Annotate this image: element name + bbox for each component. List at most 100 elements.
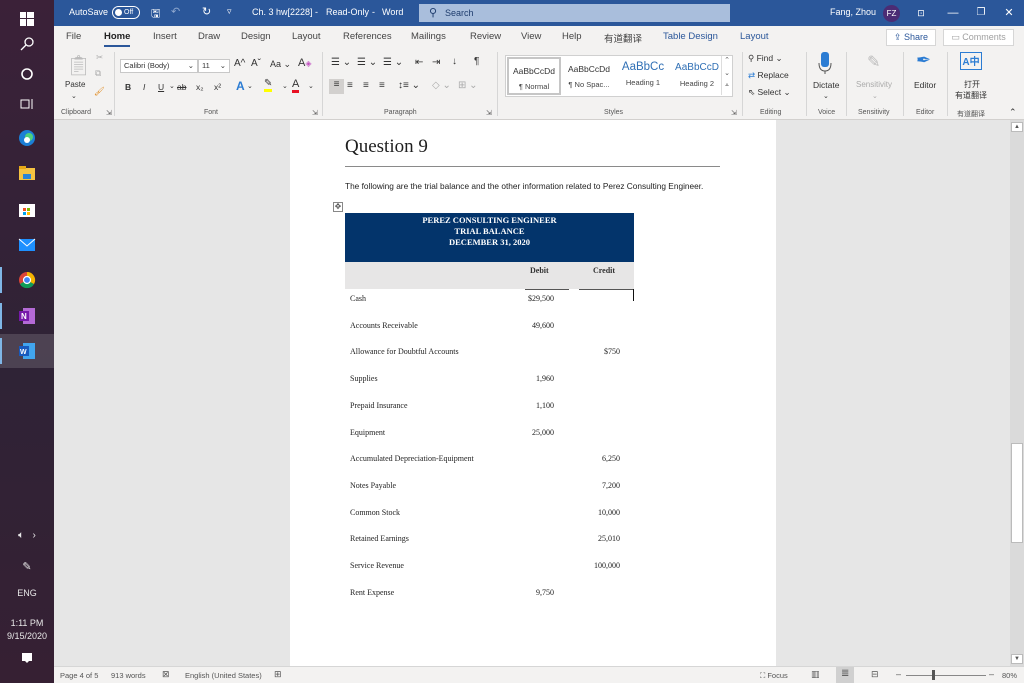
bullets-icon[interactable]: ☰ ⌄ xyxy=(331,57,351,68)
credit-cell[interactable]: 10,000 xyxy=(598,508,620,517)
chevron-down-icon[interactable]: ⌄ xyxy=(282,82,288,90)
borders-icon[interactable]: ⊞ ⌄ xyxy=(458,80,478,91)
zoom-in-icon[interactable]: – xyxy=(989,669,994,679)
dictate-button[interactable]: Dictate xyxy=(813,80,839,90)
print-layout-button[interactable]: ≣ xyxy=(836,667,854,683)
superscript-button[interactable]: x² xyxy=(214,82,221,92)
proofing-icon[interactable]: ⊠ xyxy=(162,669,170,680)
shading-icon[interactable]: ◇ ⌄ xyxy=(432,80,451,91)
chrome-icon[interactable] xyxy=(0,263,54,297)
close-icon[interactable]: ✕ xyxy=(999,4,1019,22)
account-cell[interactable]: Allowance for Doubtful Accounts xyxy=(350,347,459,356)
account-cell[interactable]: Prepaid Insurance xyxy=(350,401,408,410)
task-view-icon[interactable] xyxy=(0,87,54,121)
zoom-out-icon[interactable]: – xyxy=(896,669,901,679)
chevron-down-icon[interactable]: ⌄ xyxy=(823,92,829,100)
credit-cell[interactable]: $750 xyxy=(604,347,620,356)
debit-cell[interactable]: 9,750 xyxy=(536,588,554,597)
zoom-slider-track[interactable] xyxy=(906,675,986,676)
select-button[interactable]: ⇖ Select ⌄ xyxy=(748,87,791,98)
language-status[interactable]: English (United States) xyxy=(185,671,262,680)
strikethrough-button[interactable]: ab xyxy=(177,82,186,92)
grow-font-icon[interactable]: A^ xyxy=(234,58,245,69)
format-painter-icon[interactable]: 🖌︎ xyxy=(94,86,105,97)
justify-button[interactable]: ≡ xyxy=(379,80,385,91)
tab-references[interactable]: References xyxy=(343,31,392,42)
notification-icon[interactable] xyxy=(0,652,54,666)
paste-dropdown-icon[interactable]: ⌄ xyxy=(71,92,77,100)
multilevel-list-icon[interactable]: ☰ ⌄ xyxy=(383,57,403,68)
find-button[interactable]: ⚲ Find ⌄ xyxy=(748,53,783,64)
pen-icon[interactable]: ✎ xyxy=(0,560,54,573)
chevron-down-icon[interactable]: ⌄ xyxy=(169,82,175,90)
word-icon[interactable]: W xyxy=(0,334,54,368)
editor-button[interactable]: Editor xyxy=(914,80,936,90)
styles-scroll-down-icon[interactable]: ⌄ xyxy=(721,69,732,82)
styles-launcher-icon[interactable]: ⇲ xyxy=(731,109,737,117)
styles-scroll-up-icon[interactable]: ⌃ xyxy=(721,56,732,69)
tab-design[interactable]: Design xyxy=(241,31,271,42)
account-cell[interactable]: Rent Expense xyxy=(350,588,394,597)
clock-time[interactable]: 1:11 PM xyxy=(0,618,54,628)
word-count[interactable]: 913 words xyxy=(111,671,146,680)
search-icon[interactable] xyxy=(0,27,54,61)
credit-cell[interactable]: 100,000 xyxy=(594,561,620,570)
vertical-scrollbar[interactable]: ▲ ▼ xyxy=(1010,120,1024,666)
customize-qat-icon[interactable]: ▿ xyxy=(227,6,232,17)
decrease-indent-icon[interactable]: ⇤ xyxy=(415,57,423,68)
align-left-button[interactable]: ≡ xyxy=(329,79,344,94)
highlight-icon[interactable]: ✎ xyxy=(264,78,273,92)
align-right-button[interactable]: ≡ xyxy=(363,80,369,91)
font-launcher-icon[interactable]: ⇲ xyxy=(312,109,318,117)
tab-layout[interactable]: Layout xyxy=(292,31,321,42)
page-count[interactable]: Page 4 of 5 xyxy=(60,671,98,680)
style-no-spacing[interactable]: AaBbCcDd ¶ No Spac... xyxy=(562,57,616,95)
cortana-icon[interactable] xyxy=(0,57,54,91)
web-layout-icon[interactable]: ⊟ xyxy=(871,669,879,680)
tab-table-design[interactable]: Table Design xyxy=(663,31,718,42)
increase-indent-icon[interactable]: ⇥ xyxy=(432,57,440,68)
text-effects-icon[interactable]: A xyxy=(236,79,245,93)
font-size-combo[interactable]: 11 ⌄ xyxy=(198,59,230,73)
tab-home[interactable]: Home xyxy=(104,31,131,47)
scroll-thumb[interactable] xyxy=(1011,443,1023,543)
align-center-button[interactable]: ≡ xyxy=(347,80,353,91)
volume-icon[interactable]: 🔈︎ › xyxy=(0,530,54,541)
shrink-font-icon[interactable]: Aˇ xyxy=(251,58,261,69)
tab-table-layout[interactable]: Layout xyxy=(740,31,769,42)
paste-label[interactable]: Paste xyxy=(65,80,85,89)
debit-cell[interactable]: 1,960 xyxy=(536,374,554,383)
replace-button[interactable]: ⇄ Replace xyxy=(748,70,789,81)
numbering-icon[interactable]: ☰ ⌄ xyxy=(357,57,377,68)
share-button[interactable]: ⇪ Share xyxy=(886,29,936,46)
youdao-button-line2[interactable]: 有道翻译 xyxy=(955,90,987,101)
subscript-button[interactable]: x₂ xyxy=(196,82,204,92)
autosave-toggle[interactable]: Off xyxy=(112,6,140,19)
clear-formatting-icon[interactable]: A◈ xyxy=(298,57,312,69)
copy-icon[interactable]: ⧉ xyxy=(95,68,101,79)
restore-icon[interactable]: ❐ xyxy=(971,4,991,22)
microsoft-store-icon[interactable] xyxy=(0,192,54,226)
minimize-icon[interactable]: — xyxy=(943,4,963,22)
sort-icon[interactable]: ↓ xyxy=(452,56,457,67)
account-cell[interactable]: Supplies xyxy=(350,374,378,383)
line-spacing-icon[interactable]: ↕≡ ⌄ xyxy=(398,80,420,91)
account-cell[interactable]: Service Revenue xyxy=(350,561,404,570)
edge-icon[interactable] xyxy=(0,121,54,155)
collapse-ribbon-icon[interactable]: ⌃ xyxy=(1009,107,1017,118)
onenote-icon[interactable]: N xyxy=(0,299,54,333)
debit-cell[interactable]: $29,500 xyxy=(528,294,554,303)
underline-button[interactable]: U xyxy=(158,82,164,92)
account-cell[interactable]: Retained Earnings xyxy=(350,534,409,543)
scroll-up-icon[interactable]: ▲ xyxy=(1011,122,1023,132)
debit-cell[interactable]: 25,000 xyxy=(532,428,554,437)
font-color-icon[interactable]: A xyxy=(292,78,300,93)
tab-insert[interactable]: Insert xyxy=(153,31,177,42)
cut-icon[interactable]: ✂ xyxy=(96,52,103,63)
table-move-handle-icon[interactable]: ✥ xyxy=(333,202,343,212)
style-heading-1[interactable]: AaBbCc Heading 1 xyxy=(616,57,670,95)
file-explorer-icon[interactable] xyxy=(0,156,54,190)
focus-button[interactable]: ⛶ Focus xyxy=(760,671,788,681)
tab-help[interactable]: Help xyxy=(562,31,582,42)
tab-youdao[interactable]: 有道翻译 xyxy=(604,31,642,45)
